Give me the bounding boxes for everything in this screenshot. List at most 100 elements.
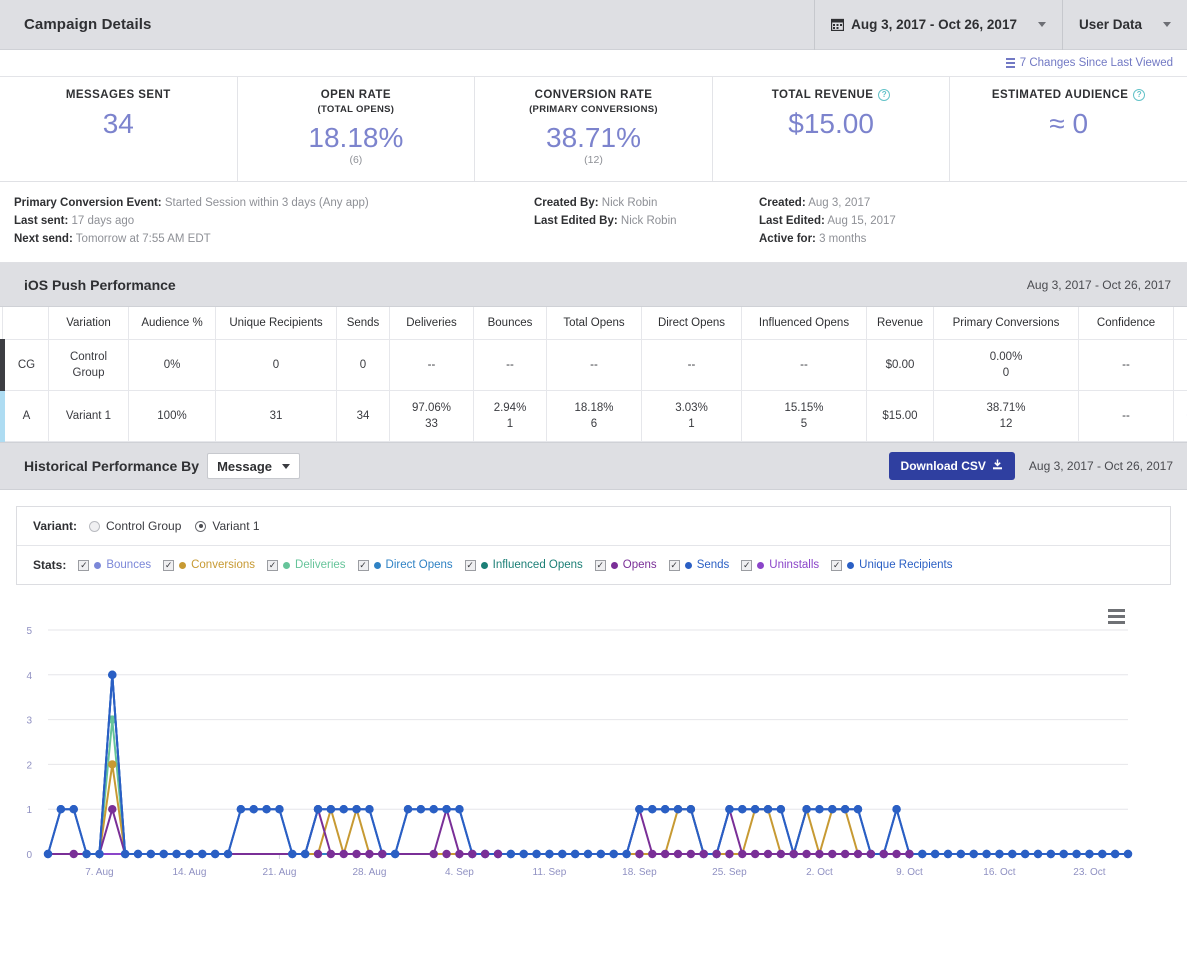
performance-date-range: Aug 3, 2017 - Oct 26, 2017 [1026,277,1171,292]
meta-value: Tomorrow at 7:55 AM EDT [75,233,211,245]
stat-toggle-direct-opens[interactable]: ✓ Direct Opens [357,559,453,571]
historical-group-by-select[interactable]: Message [207,453,300,479]
meta-item: Created By: Nick Robin [534,194,759,212]
cell-pct: 18.18% [574,402,614,414]
cell-total-opens: -- [546,339,642,391]
table-row: A Variant 1 100% 31 34 97.06% 33 2.94% 1 1… [0,390,1187,442]
cell-pct: -- [427,359,436,371]
kpi-open-rate: OPEN RATE (TOTAL OPENS) 18.18% (6) [238,77,476,181]
kpi-label: TOTAL REVENUE [771,89,874,101]
kpi-label: ESTIMATED AUDIENCE [991,89,1129,101]
svg-text:7. Aug: 7. Aug [85,867,113,878]
legend-dot [179,561,187,569]
checkbox-icon[interactable]: ✓ [267,559,279,571]
kpi-count: (12) [584,154,603,167]
cell-pct: 2.94% [493,402,527,414]
changes-since-last-viewed-link[interactable]: 7 Changes Since Last Viewed [1005,57,1173,69]
checkbox-icon[interactable]: ✓ [464,559,476,571]
radio-icon[interactable] [89,520,101,532]
svg-text:16. Oct: 16. Oct [983,867,1015,878]
kpi-value: $15.00 [788,108,874,139]
chevron-down-icon [1037,22,1046,27]
th-revenue: Revenue [866,307,934,340]
legend-dot [684,561,692,569]
date-range-label: Aug 3, 2017 - Oct 26, 2017 [851,17,1017,32]
historical-chart: 0 1 2 3 4 5 7. Aug 14. Aug 21. Aug 28. Aug 4. Sep 1… [0,597,1187,897]
th-unique-recipients: Unique Recipients [215,307,337,340]
stat-toggle-bounces[interactable]: ✓ Bounces [78,559,151,571]
historical-select-value: Message [217,458,272,474]
variant-option-variant-1[interactable]: Variant 1 [195,519,260,533]
chevron-down-icon [1163,22,1171,27]
help-icon[interactable]: ? [878,89,891,101]
cell-primary-conversions: 38.71% 12 [933,390,1079,442]
performance-section-header: iOS Push Performance Aug 3, 2017 - Oct 2… [0,263,1187,307]
stat-toggle-deliveries[interactable]: ✓ Deliveries [267,559,346,571]
kpi-count: (6) [349,154,363,167]
cell-bounces: 2.94% 1 [473,390,547,442]
checkbox-icon[interactable]: ✓ [357,559,369,571]
svg-text:18. Sep: 18. Sep [622,867,657,878]
page-title: Campaign Details [24,16,152,33]
kpi-label: CONVERSION RATE [534,89,653,101]
svg-text:23. Oct: 23. Oct [1073,867,1105,878]
checkbox-icon[interactable]: ✓ [163,559,175,571]
hamburger-menu-icon[interactable] [1108,609,1125,624]
user-data-selector[interactable]: User Data [1061,0,1187,50]
date-range-selector[interactable]: Aug 3, 2017 - Oct 26, 2017 [814,0,1062,50]
svg-text:3: 3 [26,716,32,727]
th-direct-opens: Direct Opens [641,307,742,340]
stat-label: Influenced Opens [492,559,583,571]
cell-influenced-opens: 15.15% 5 [741,390,867,442]
cell-count: 12 [999,418,1013,430]
variant-option-control-group[interactable]: Control Group [89,519,181,533]
help-icon[interactable]: ? [1133,89,1146,101]
stat-label: Uninstalls [769,559,820,571]
cell-audience: 100% [128,390,216,442]
chevron-down-icon [282,463,290,469]
stat-toggle-influenced-opens[interactable]: ✓ Influenced Opens [464,559,583,571]
cell-deliveries: 97.06% 33 [389,390,474,442]
meta-item: Last Edited By: Nick Robin [534,212,759,230]
chart-filters: Variant: Control Group Variant 1 Stats: … [16,506,1171,585]
svg-text:0: 0 [26,850,32,861]
variant-filter-label: Variant: [33,519,78,533]
cell-total-opens: 18.18% 6 [546,390,642,442]
cell-actions [1173,339,1187,391]
svg-text:14. Aug: 14. Aug [172,867,206,878]
stat-toggle-unique-recipients[interactable]: ✓ Unique Recipients [831,559,953,571]
variant-filter-row: Variant: Control Group Variant 1 [17,507,1170,545]
row-tag: CG [0,339,49,391]
checkbox-icon[interactable]: ✓ [668,559,680,571]
cell-pct: -- [687,359,696,371]
radio-icon[interactable] [195,520,207,532]
cell-sends: 0 [336,339,390,391]
kpi-value: 18.18% [308,122,404,153]
legend-dot [94,561,102,569]
stat-toggle-opens[interactable]: ✓ Opens [594,559,657,571]
historical-title: Historical Performance By [24,458,200,474]
checkbox-icon[interactable]: ✓ [831,559,843,571]
meta-value: Nick Robin [620,215,677,227]
checkbox-icon[interactable]: ✓ [741,559,753,571]
cell-pct: -- [590,359,598,371]
performance-title: iOS Push Performance [24,276,176,293]
meta-label: Active for: [759,233,816,245]
meta-item: Created: Aug 3, 2017 [759,194,989,212]
stat-toggle-conversions[interactable]: ✓ Conversions [163,559,255,571]
th-bounces: Bounces [473,307,547,340]
stat-toggle-sends[interactable]: ✓ Sends [668,559,730,571]
checkbox-icon[interactable]: ✓ [594,559,606,571]
kpi-sublabel: (PRIMARY CONVERSIONS) [529,104,658,115]
svg-text:28. Aug: 28. Aug [352,867,386,878]
stat-label: Sends [696,559,730,571]
meta-item: Last sent: 17 days ago [14,212,534,230]
cell-count: 5 [800,418,808,430]
svg-text:2: 2 [26,760,32,771]
download-csv-button[interactable]: Download CSV [888,452,1015,480]
stat-toggle-uninstalls[interactable]: ✓ Uninstalls [741,559,819,571]
legend-dot [847,561,855,569]
th-audience-pct: Audience % [128,307,216,340]
meta-label: Last Edited: [759,215,825,227]
checkbox-icon[interactable]: ✓ [78,559,90,571]
